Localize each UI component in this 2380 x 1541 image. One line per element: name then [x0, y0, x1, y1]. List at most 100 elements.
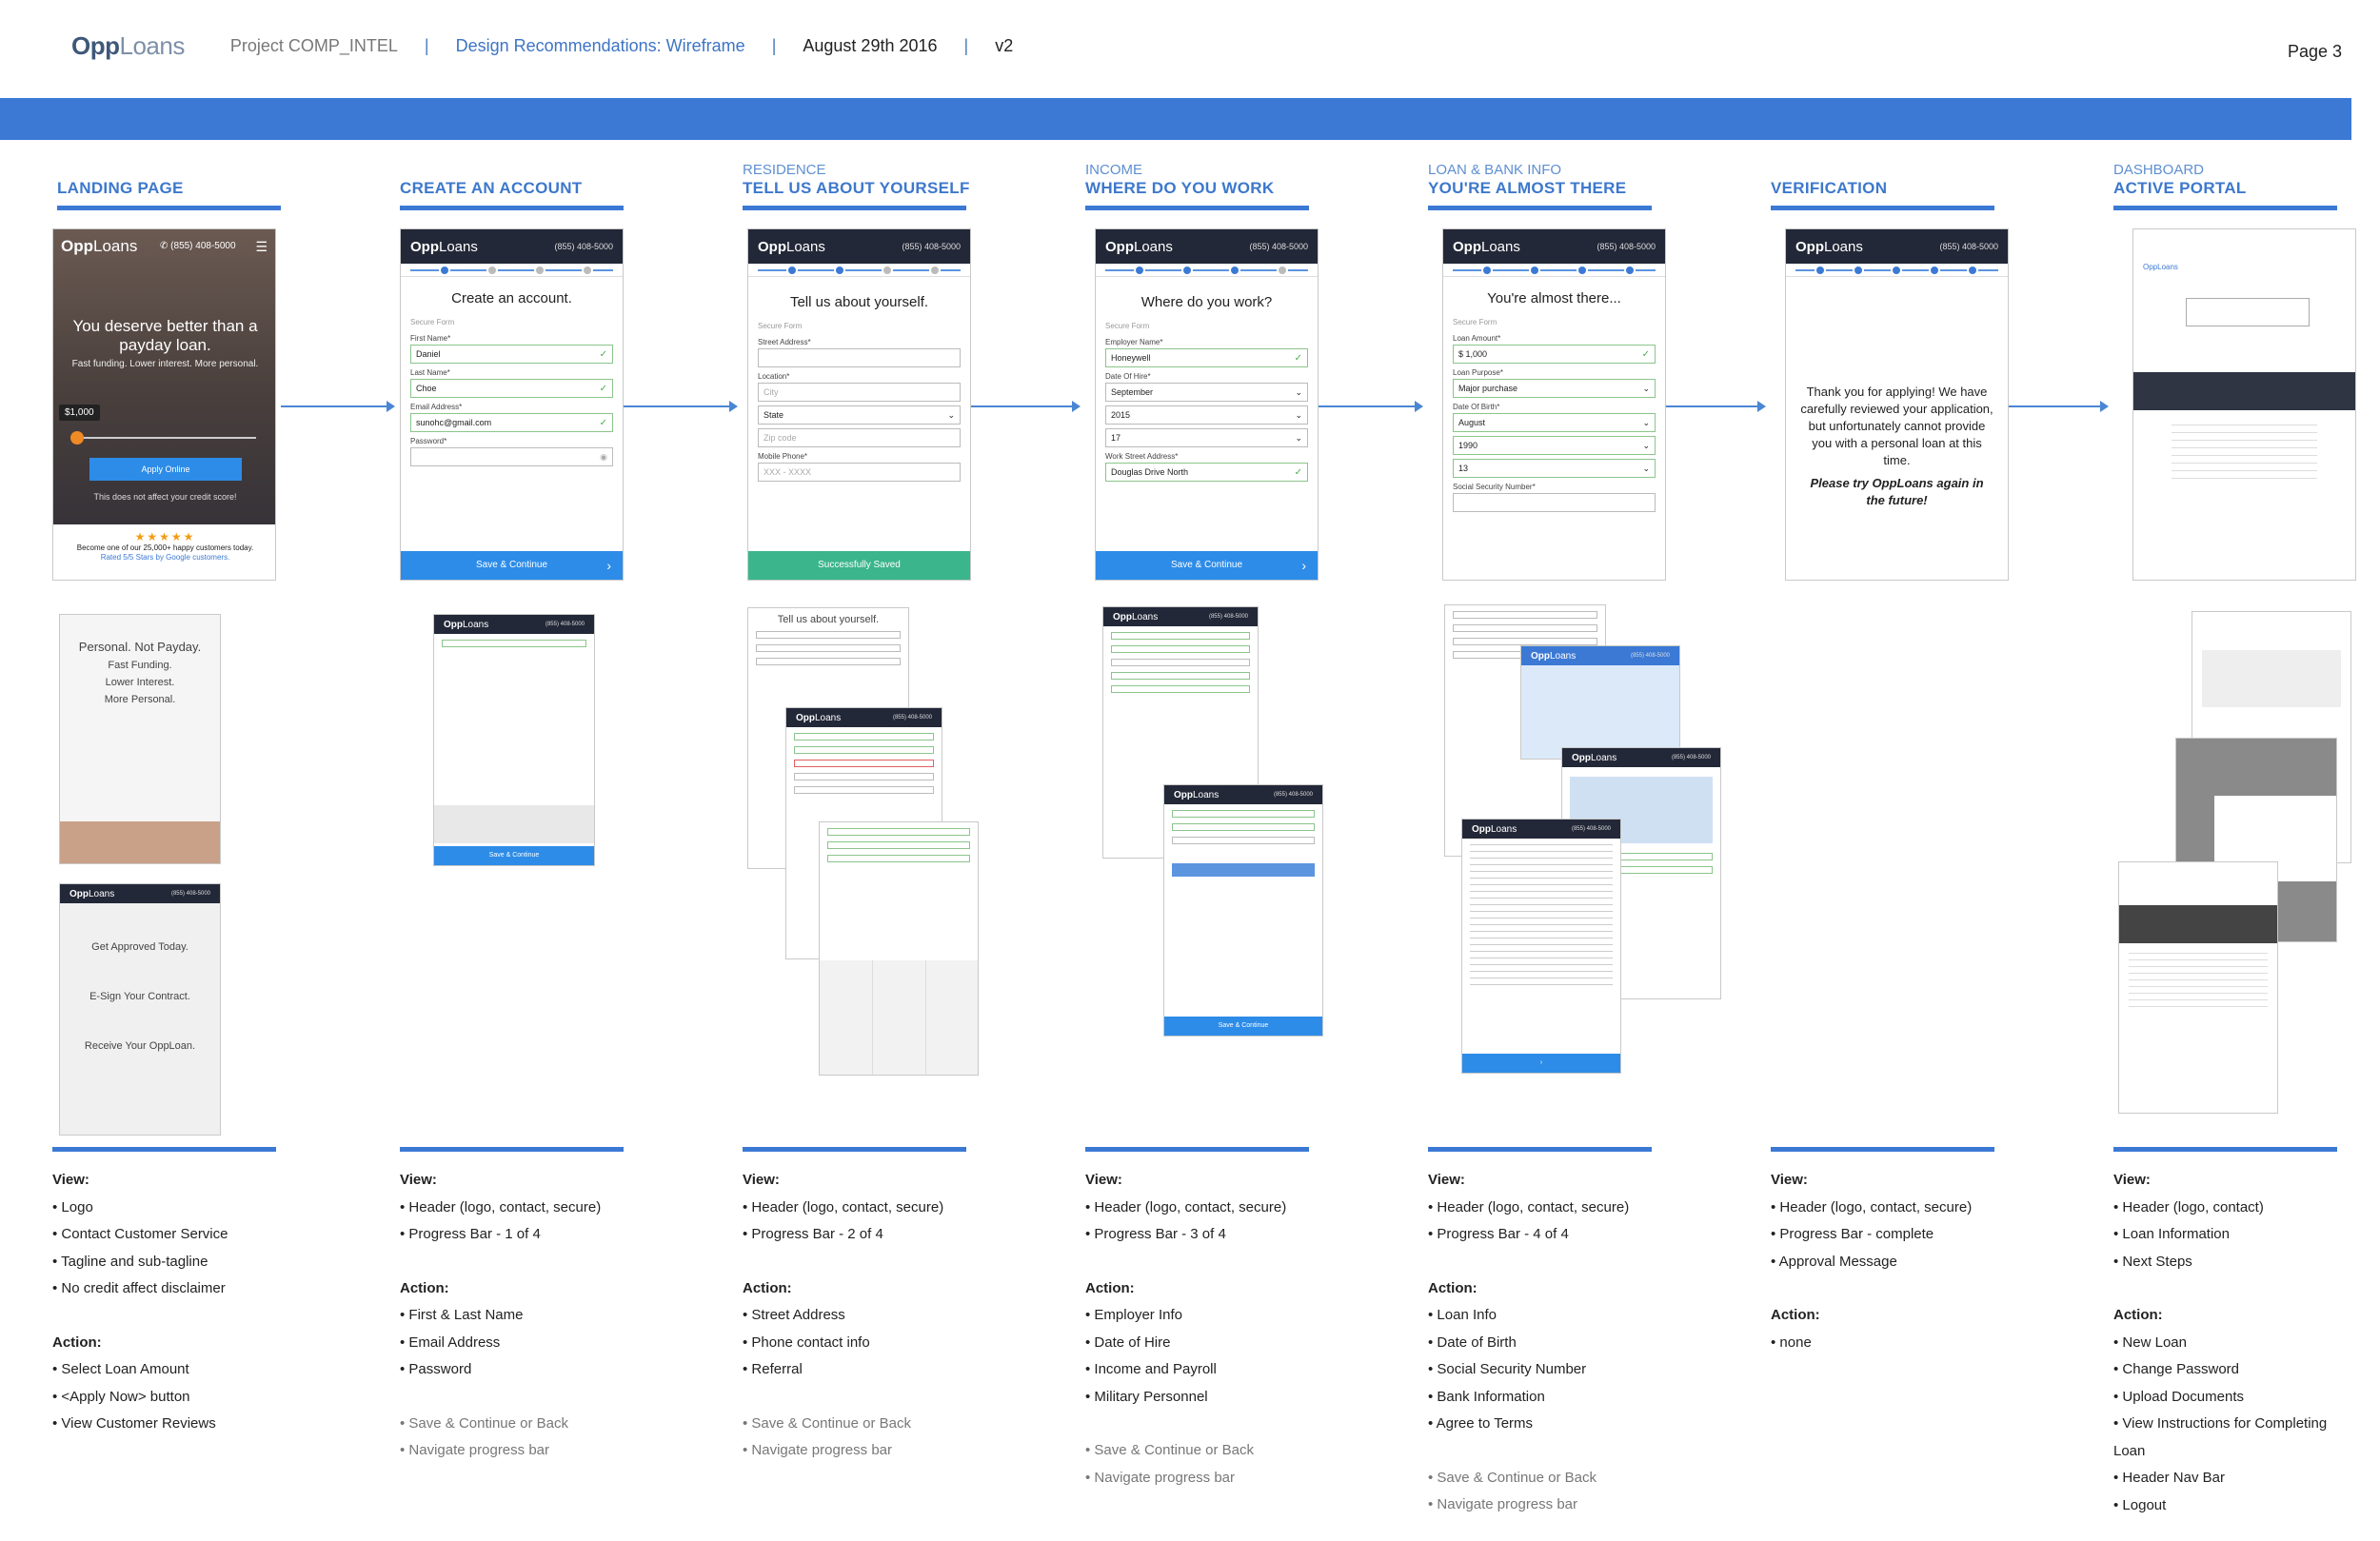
residence-mockup: OppLoans (855) 408-5000 Tell us about you… — [747, 228, 971, 581]
landing-page-mockup: OppLoans ✆ (855) 408-5000 ☰ You deserve … — [52, 228, 276, 581]
mobile-phone-field[interactable]: XXX - XXXX — [758, 463, 961, 482]
star-rating-icon: ★★★★★ — [134, 530, 196, 543]
column-title: VERIFICATION — [1771, 179, 1994, 210]
notes-income: View: • Header (logo, contact, secure) •… — [1085, 1147, 1309, 1492]
consent-terms-screen: OppLoans (855) 408-5000 › — [1461, 819, 1621, 1074]
last-name-field[interactable]: Choe ✓ — [410, 379, 613, 398]
create-account-keyboard-screen: OppLoans (855) 408-5000 Save & Continue — [433, 614, 595, 866]
note-item: • View Customer Reviews — [52, 1415, 216, 1432]
note-item: • Select Loan Amount — [52, 1361, 189, 1377]
notes-loan-bank: View: • Header (logo, contact, secure) •… — [1428, 1147, 1652, 1519]
hire-day-select[interactable]: 17 ⌄ — [1105, 428, 1308, 447]
dashboard-mockup: OppLoans — [2132, 228, 2356, 581]
flow-arrow — [281, 401, 395, 412]
flow-arrow — [966, 401, 1081, 412]
form-title: Where do you work? — [1140, 294, 1273, 310]
column-verification: VERIFICATION — [1771, 162, 1994, 210]
opploans-logo: OppLoans — [61, 237, 138, 255]
progress-bar[interactable] — [1443, 264, 1665, 277]
phone-number[interactable]: ✆ (855) 408-5000 — [160, 241, 236, 251]
employer-name-field[interactable]: Honeywell ✓ — [1105, 348, 1308, 367]
check-icon: ✓ — [599, 348, 607, 360]
chevron-down-icon: ⌄ — [947, 409, 955, 420]
sub-tagline: Fast funding. Lower interest. More perso… — [71, 359, 259, 369]
verification-mockup: OppLoans (855) 408-5000 Thank you for app… — [1785, 228, 2009, 581]
column-title: YOU'RE ALMOST THERE — [1428, 179, 1652, 210]
email-field[interactable]: sunohc@gmail.com ✓ — [410, 413, 613, 432]
photo — [60, 821, 220, 863]
blue-band — [0, 98, 2351, 140]
hire-month-select[interactable]: September ⌄ — [1105, 383, 1308, 402]
note-item: • Tagline and sub-tagline — [52, 1253, 208, 1270]
loan-purpose-select[interactable]: Major purchase ⌄ — [1453, 379, 1656, 398]
page-number: Page 3 — [2288, 42, 2343, 61]
mock-header: OppLoans (855) 408-5000 — [1443, 229, 1665, 264]
portal-page: OppLoans — [2133, 229, 2355, 580]
loan-amount-slider[interactable] — [76, 437, 256, 439]
document-version: v2 — [995, 35, 1014, 55]
separator: | — [963, 35, 969, 55]
note-item: • <Apply Now> button — [52, 1388, 190, 1405]
zip-field[interactable]: Zip code — [758, 428, 961, 447]
apply-online-button[interactable]: Apply Online — [89, 458, 242, 481]
city-field[interactable]: City — [758, 383, 961, 402]
income-military-screen: OppLoans (855) 408-5000 Save & Continue — [1163, 784, 1323, 1037]
column-title: WHERE DO YOU WORK — [1085, 179, 1309, 210]
slider-handle[interactable] — [70, 431, 84, 445]
document-header: OppLoans Project COMP_INTEL | Design Rec… — [71, 27, 1013, 65]
mock-header: OppLoans (855) 408-5000 — [401, 229, 623, 264]
hero-image: OppLoans ✆ (855) 408-5000 ☰ You deserve … — [53, 229, 275, 580]
column-residence: RESIDENCE TELL US ABOUT YOURSELF — [743, 162, 969, 210]
reviews-strip[interactable]: ★★★★★ Become one of our 25,000+ happy cu… — [53, 524, 275, 580]
opploans-logo: OppLoans — [2143, 263, 2178, 271]
chevron-right-icon: › — [606, 558, 611, 573]
mock-header: OppLoans (855) 408-5000 — [1786, 229, 2008, 264]
create-account-mockup: OppLoans (855) 408-5000 Create an account… — [400, 228, 624, 581]
birth-month-select[interactable]: August ⌄ — [1453, 413, 1656, 432]
note-item: • Logo — [52, 1198, 93, 1215]
check-icon: ✓ — [599, 383, 607, 394]
approval-message: Thank you for applying! We have carefull… — [1800, 385, 1993, 507]
residence-number-pad-screen — [819, 821, 979, 1076]
loan-amount-badge: $1,000 — [59, 405, 100, 421]
bank-login-screen: OppLoans (855) 408-5000 — [1520, 645, 1680, 760]
ssn-field[interactable] — [1453, 493, 1656, 512]
progress-bar[interactable] — [401, 264, 623, 277]
state-select[interactable]: State ⌄ — [758, 405, 961, 425]
notes-create-account: View: • Header (logo, contact, secure) •… — [400, 1147, 624, 1465]
hire-year-select[interactable]: 2015 ⌄ — [1105, 405, 1308, 425]
hamburger-menu-icon[interactable]: ☰ — [255, 239, 268, 255]
opploans-logo: OppLoans — [71, 30, 185, 60]
work-address-field[interactable]: Douglas Drive North ✓ — [1105, 463, 1308, 482]
notes-verification: View: • Header (logo, contact, secure) •… — [1771, 1147, 1994, 1356]
password-field[interactable]: ◉ — [410, 447, 613, 466]
save-continue-button[interactable]: Save & Continue › — [401, 551, 623, 580]
project-name: Project COMP_INTEL — [229, 35, 398, 55]
first-name-field[interactable]: Daniel ✓ — [410, 345, 613, 364]
column-title: LANDING PAGE — [57, 179, 281, 210]
birth-year-select[interactable]: 1990 ⌄ — [1453, 436, 1656, 455]
flow-arrow — [1994, 401, 2109, 412]
save-continue-button[interactable]: Save & Continue › — [1096, 551, 1318, 580]
separator: | — [424, 35, 429, 55]
portal-mobile-screen — [2118, 861, 2278, 1114]
portal-footer — [2133, 372, 2355, 410]
income-mockup: OppLoans (855) 408-5000 Where do you work… — [1095, 228, 1319, 581]
column-title: ACTIVE PORTAL — [2113, 179, 2337, 210]
column-landing: LANDING PAGE — [57, 162, 281, 210]
loan-info-table — [2186, 298, 2310, 326]
flow-arrow — [1652, 401, 1766, 412]
loan-amount-field[interactable]: $ 1,000 ✓ — [1453, 345, 1656, 364]
birth-day-select[interactable]: 13 ⌄ — [1453, 459, 1656, 478]
note-item: • Contact Customer Service — [52, 1226, 228, 1242]
landing-scroll-screen-2: OppLoans (855) 408-5000 Get Approved Toda… — [59, 883, 221, 1136]
column-income: INCOME WHERE DO YOU WORK — [1085, 162, 1309, 210]
check-icon: ✓ — [599, 417, 607, 428]
mock-header: OppLoans (855) 408-5000 — [1096, 229, 1318, 264]
street-address-field[interactable] — [758, 348, 961, 367]
loan-bank-mockup: OppLoans (855) 408-5000 You're almost the… — [1442, 228, 1666, 581]
separator: | — [771, 35, 777, 55]
column-title: CREATE AN ACCOUNT — [400, 179, 624, 210]
progress-bar[interactable] — [748, 264, 970, 277]
progress-bar[interactable] — [1096, 264, 1318, 277]
